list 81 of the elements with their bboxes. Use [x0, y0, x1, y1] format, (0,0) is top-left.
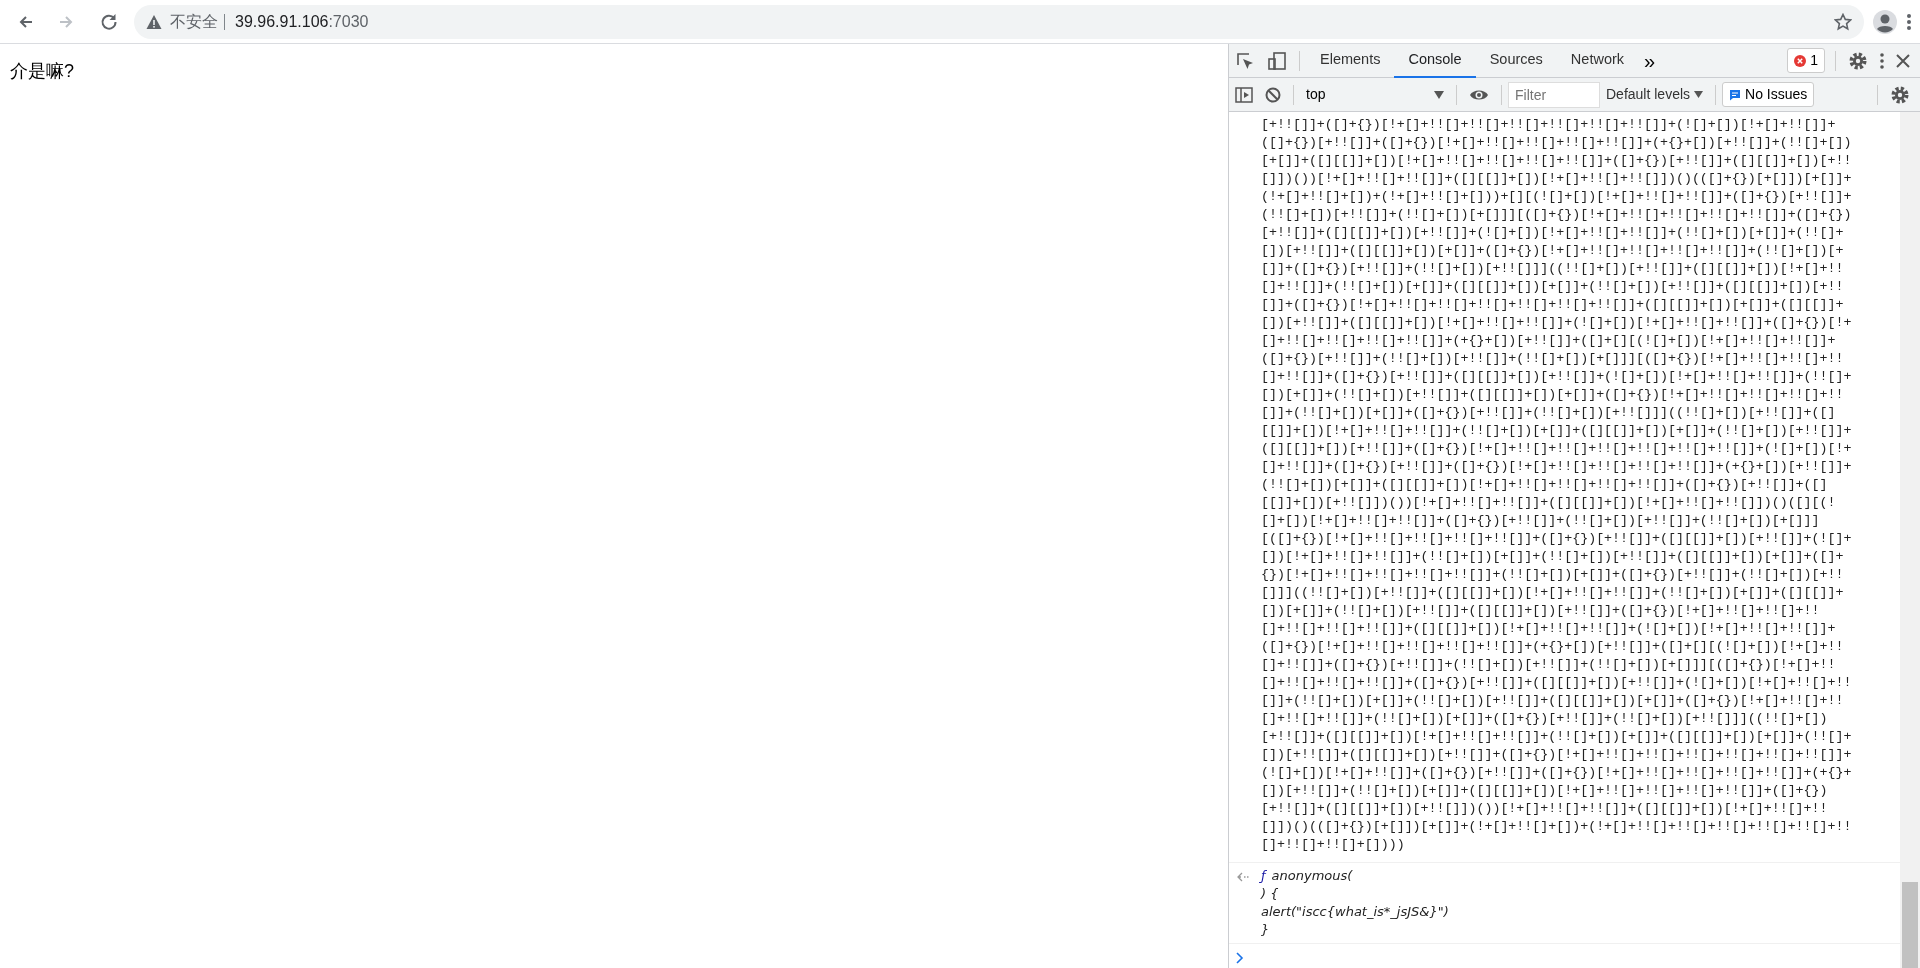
- code-line: []]+([]+{})[+!![]]+(!![]+[])[+!![]]]((!![]+[])[+!![]]+([][[]]+[])[!+[]+!!: [1260, 260, 1845, 278]
- code-line: [[]]+[])[!+[]+!![]+!![]]+(!![]+[])[+[]]+([][[]]+[])[+[]]+(!![]+[])[+!![]]+: [1260, 422, 1853, 440]
- code-line: {})[!+[]+!![]+!![]+!![]+!![]]+(!![]+[])[+[]]+([]+{})[+!![]]+(!![]+[])[+!!: [1260, 566, 1845, 584]
- address-bar[interactable]: 不安全 39.96.91.106:7030: [134, 4, 1864, 39]
- dropdown-caret-icon: [1434, 90, 1444, 99]
- code-line: [])[+!![]]+(!![]+[])[+[]]+([][[]]+[])[!+[]+!![]+!![]+!![]+!![]]+([]+{}): [1260, 782, 1829, 800]
- scrollbar-track[interactable]: [1900, 112, 1920, 968]
- code-line: ([]+{})[!+[]+!![]+!![]+!![]+!![]]+(+{}+[])[+!![]]+([]+[][(![]+[])[!+[]+!!: [1260, 638, 1845, 656]
- code-line: [[]]+[])[+!![]])())[!+[]+!![]+!![]]+([][[]]+[])[!+[]+!![]+!![]])()([][(!: [1260, 494, 1837, 512]
- inspect-icon: [1235, 50, 1255, 71]
- code-line: ([]+{})[+!![]]+(!![]+[])[+!![]]+(!![]+[])[+[]]][([]+{})[!+[]+!![]+!![]+!!: [1260, 350, 1845, 368]
- code-line: []+!![]]+([]+{})[+!![]]+(!![]+[])[+!![]]+(!![]+[])[+[]]][([]+{})[!+[]+!!: [1260, 656, 1837, 674]
- error-count-badge[interactable]: 1: [1787, 48, 1825, 73]
- code-line: [])[+[]]+(!![]+[])[+!![]]+([][[]]+[])[+[]]+([]+{})[!+[]+!![]+!![]+!![]+!!: [1260, 386, 1845, 404]
- code-line: []+!![]+!![]+[]))): [1260, 836, 1406, 854]
- dropdown-caret-icon: [1694, 91, 1704, 98]
- devtools-tab[interactable]: Network: [1556, 43, 1639, 78]
- code-line: []]+(!![]+[])[+[]]+([]+{})[+!![]]+(!![]+[])[+!![]]]((!![]+[])[+!![]]+([]: [1260, 404, 1837, 422]
- filter-field[interactable]: Filter: [1508, 81, 1600, 108]
- close-icon: [1896, 53, 1910, 68]
- menu-icon[interactable]: [1906, 12, 1912, 31]
- code-line: (!![]+[])[+[]]+([][[]]+[])[!+[]+!![]+!![]+!![]+!![]]+([]+{})[+!![]]+([]: [1260, 476, 1829, 494]
- code-line: [])[+!![]]+([][[]]+[])[+!![]]+([]+{})[!+[]+!![]+!![]+!![]+!![]+!![]+!![]]+: [1260, 746, 1853, 764]
- code-line: []+!![]+!![]+!![]]+([]+{})[+!![]]+([][[]]+[])[+!![]]+(![]+[])[!+[]+!![]+!!: [1260, 674, 1853, 692]
- code-line: [+!![]]+([][[]]+[])[+!![]]+(![]+[])[!+[]+!![]+!![]]+(!![]+[])[+[]]+(!![]+: [1260, 224, 1845, 242]
- code-line: [+[]]+([][[]]+[])[!+[]+!![]+!![]+!![]+!![]]+([]+{})[+!![]]+([][[]]+[])[+!!: [1260, 152, 1853, 170]
- reload-icon: [100, 12, 118, 31]
- scrollbar-thumb[interactable]: [1902, 882, 1918, 968]
- code-line: []])())[!+[]+!![]+!![]]+([][[]]+[])[!+[]+!![]+!![]])()(([]+{})[+[]])[+[]]+: [1260, 170, 1853, 188]
- return-arrow-icon: [1237, 871, 1249, 882]
- code-line: [+!![]]+([][[]]+[])[+!![]])())[!+[]+!![]+!![]]+([][[]]+[])[!+[]+!![]+!!: [1260, 800, 1829, 818]
- context-selector[interactable]: top: [1300, 79, 1450, 110]
- code-line: (![]+[])[!+[]+!![]]+([]+{})[+!![]]+([]+{})[!+[]+!![]+!![]+!![]+!![]]+(+{}+: [1260, 764, 1853, 782]
- code-line: []])()(([]+{})[+[]])[+[]]+(!+[]+!![]+[])+(!+[]+!![]+!![]+!![]+!![]+!![]+!!: [1260, 818, 1853, 836]
- sidebar-icon: [1235, 86, 1253, 103]
- code-line: []]+([]+{})[!+[]+!![]+!![]+!![]+!![]+!![]+!![]]+([][[]]+[])[+[]]+([][[]]+: [1260, 296, 1845, 314]
- code-line: (!![]+[])[+!![]]+(!![]+[])[+[]]][([]+{})[!+[]+!![]+!![]+!![]+!![]]+([]+{}): [1260, 206, 1853, 224]
- code-line: [+!![]]+([][[]]+[])[!+[]+!![]+!![]]+(!![]+[])[+[]]+([][[]]+[])[+[]]+(!![]+: [1260, 728, 1853, 746]
- security-label: 不安全: [162, 13, 225, 30]
- code-line: []+!![]+!![]]+(!![]+[])[+[]]+([]+{})[+!![]]+(!![]+[])[+!![]]]((!![]+[]): [1260, 710, 1829, 728]
- result-line: anonymous(: [1271, 868, 1353, 883]
- clear-icon: [1265, 86, 1281, 103]
- device-icon: [1267, 50, 1287, 71]
- code-line: ([]+{})[+!![]]+([]+{})[!+[]+!![]+!![]+!![]+!![]]+(+{}+[])[+!![]]+(!![]+[]): [1260, 134, 1853, 152]
- prompt-icon: [1235, 952, 1245, 964]
- code-line: []]]((!![]+[])[+!![]]+([][[]]+[])[!+[]+!![]+!![]]+(!![]+[])[+[]]+([][[]]+: [1260, 584, 1845, 602]
- page-text: 介是嘛?: [10, 61, 74, 81]
- code-line: [])[+!![]]+([][[]]+[])[+[]]+([]+{})[!+[]+!![]+!![]+!![]+!![]]+(!![]+[])[+: [1260, 242, 1845, 260]
- issue-icon: [1729, 88, 1742, 101]
- result-line: alert("iscc{what_is*_jsJS&}"): [1261, 904, 1449, 919]
- error-icon: [1794, 54, 1807, 67]
- url-port: :7030: [328, 11, 369, 32]
- devtools-tab[interactable]: Elements: [1306, 43, 1395, 78]
- settings-icon: [1848, 50, 1868, 71]
- profile-icon[interactable]: [1872, 8, 1898, 35]
- result-line: ) {: [1261, 886, 1279, 901]
- code-line: [])[+[]]+(!![]+[])[+!![]]+([][[]]+[])[+!![]]+([]+{})[!+[]+!![]+!![]+!!: [1260, 602, 1821, 620]
- star-icon[interactable]: [1834, 12, 1852, 31]
- warning-icon: [146, 13, 162, 30]
- code-line: []]+(!![]+[])[+[]]+(!![]+[])[+!![]]+([][[]]+[])[+[]]+([]+{})[!+[]+!![]+!!: [1260, 692, 1845, 710]
- code-line: ([][[]]+[])[+!![]]+([]+{})[!+[]+!![]+!![]+!![]+!![]+!![]+!![]]+(![]+[])[!+: [1260, 440, 1853, 458]
- more-tabs-button[interactable]: »: [1638, 45, 1662, 76]
- function-symbol: ƒ: [1261, 868, 1266, 883]
- code-line: []+!![]]+(!![]+[])[+[]]+([][[]]+[])[+[]]+(!![]+[])[+!![]]+([][[]]+[])[+!!: [1260, 278, 1845, 296]
- code-line: []+!![]+!![]+!![]+!![]]+(+{}+[])[+!![]]+([]+[][(![]+[])[!+[]+!![]+!![]]+: [1260, 332, 1837, 350]
- code-line: []+[])[!+[]+!![]+!![]]+([]+{})[+!![]]+(!![]+[])[+!![]]+(!![]+[])[+[]]]: [1260, 512, 1821, 530]
- code-line: [+!![]]+([]+{})[!+[]+!![]+!![]+!![]+!![]+!![]+!![]]+(![]+[])[!+[]+!![]]+: [1260, 116, 1837, 134]
- devtools-tab[interactable]: Sources: [1475, 43, 1557, 78]
- log-levels-dropdown[interactable]: Default levels: [1600, 79, 1710, 110]
- code-line: (!+[]+!![]+[])+(!+[]+!![]+[]))+[][(![]+[])[!+[]+!![]+!![]]+([]+{})[+!![]]+: [1260, 188, 1853, 206]
- code-line: []+!![]]+([]+{})[+!![]]+([][[]]+[])[+!![]]+(![]+[])[!+[]+!![]+!![]]+(!![]+: [1260, 368, 1853, 386]
- code-line: []+!![]+!![]+!![]]+([][[]]+[])[!+[]+!![]+!![]]+(![]+[])[!+[]+!![]+!![]]+: [1260, 620, 1837, 638]
- code-line: []+!![]]+([]+{})[+!![]]+([]+{})[!+[]+!![]+!![]+!![]+!![]]+(+{}+[])[+!![]]+: [1260, 458, 1853, 476]
- issues-button[interactable]: No Issues: [1722, 82, 1815, 107]
- settings-icon: [1890, 84, 1910, 105]
- url-host: 39.96.91.106: [234, 11, 329, 32]
- code-line: [])[+!![]]+([][[]]+[])[!+[]+!![]+!![]]+(![]+[])[!+[]+!![]+!![]]+([]+{})[!+: [1260, 314, 1853, 332]
- code-line: [])[!+[]+!![]+!![]]+(!![]+[])[+[]]+(!![]+[])[+!![]]+([][[]]+[])[+[]]+([]+: [1260, 548, 1845, 566]
- kebab-icon: [1880, 52, 1884, 69]
- result-line: }: [1261, 922, 1270, 937]
- code-line: [([]+{})[!+[]+!![]+!![]+!![]+!![]]+([]+{})[+!![]]+([][[]]+[])[+!![]]+(![]+: [1260, 530, 1853, 548]
